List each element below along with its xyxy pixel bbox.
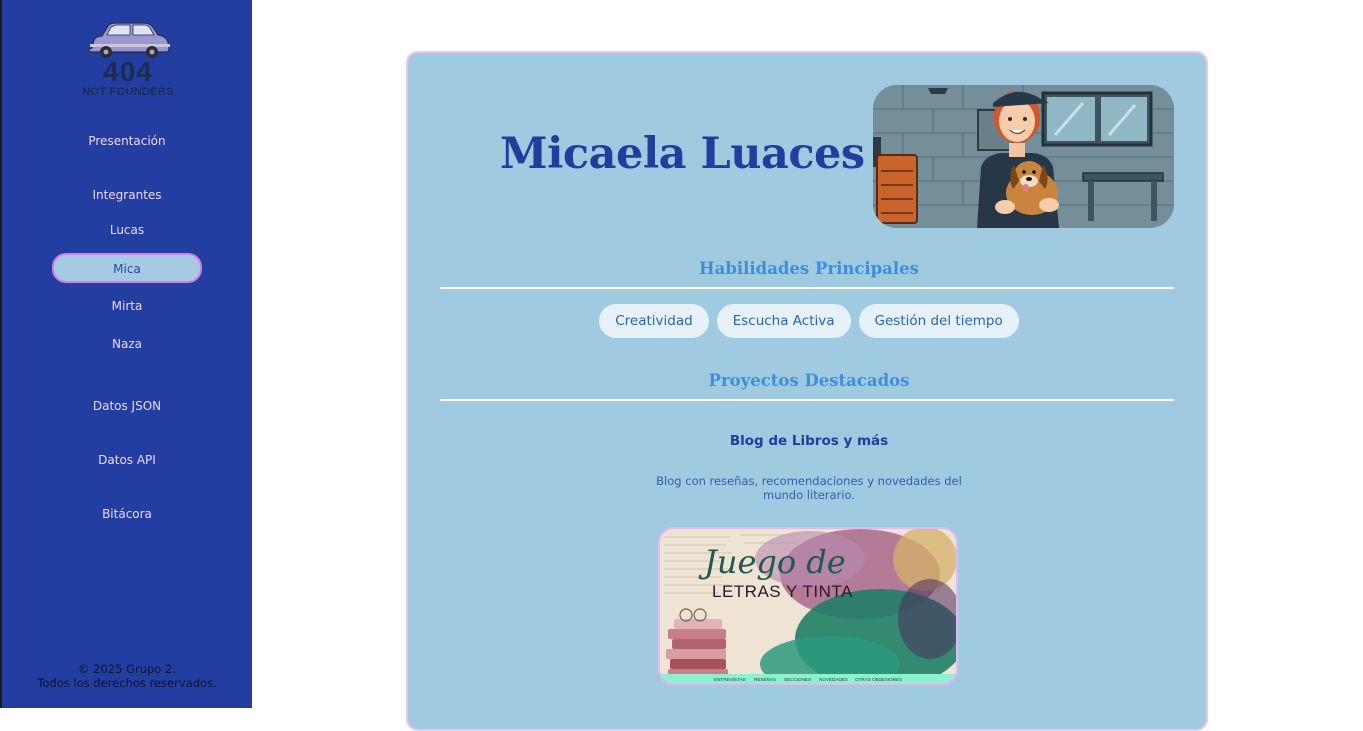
image-menu-secciones: SECCIONES xyxy=(784,677,811,682)
image-menu-resenas: RESEÑAS xyxy=(754,676,776,682)
footer-rights: Todos los derechos reservados. xyxy=(37,676,217,690)
nav-datos-api[interactable]: Datos API xyxy=(2,452,252,468)
project-description: Blog con reseñas, recomendaciones y nove… xyxy=(656,474,962,502)
nav-member-naza[interactable]: Naza xyxy=(2,336,252,352)
profile-illustration xyxy=(873,85,1174,228)
skill-chip-escucha-activa: Escucha Activa xyxy=(716,304,851,338)
projects-title: Proyectos Destacados xyxy=(708,371,910,390)
book-stack-icon xyxy=(666,608,728,679)
skills-divider xyxy=(440,287,1174,289)
nav-integrantes[interactable]: Integrantes xyxy=(2,187,252,203)
nav-member-mirta[interactable]: Mirta xyxy=(2,298,252,314)
profile-card: Micaela Luaces Habilidades Principales C… xyxy=(406,51,1208,731)
image-title-script: Juego de xyxy=(698,543,846,581)
logo-number: 404 xyxy=(103,56,153,87)
skill-chip-gestion-del-tiempo: Gestión del tiempo xyxy=(858,304,1019,338)
image-title-caps: LETRAS Y TINTA xyxy=(712,582,853,601)
skills-title: Habilidades Principales xyxy=(699,259,919,278)
footer: © 2025 Grupo 2. Todos los derechos reser… xyxy=(2,662,252,690)
image-menu-novedades: NOVEDADES xyxy=(819,677,848,682)
skills-list: Creatividad Escucha Activa Gestión del t… xyxy=(408,304,1210,338)
image-menu-otras: OTRAS OBSESIONES xyxy=(855,677,902,682)
nav-member-lucas[interactable]: Lucas xyxy=(2,222,252,238)
footer-copyright: © 2025 Grupo 2. xyxy=(78,662,176,676)
nav-datos-json[interactable]: Datos JSON xyxy=(2,398,252,414)
nav-presentacion[interactable]: Presentación xyxy=(2,133,252,149)
projects-divider xyxy=(440,399,1174,401)
nav-bitacora[interactable]: Bitácora xyxy=(2,506,252,522)
logo-subtitle: NOT FOUNDERS xyxy=(82,86,174,98)
image-menu-entrevistas: ENTREVISTAS xyxy=(714,677,746,682)
nav-member-mica[interactable]: Mica xyxy=(52,253,202,283)
profile-name: Micaela Luaces xyxy=(500,129,865,179)
skill-chip-creatividad: Creatividad xyxy=(599,304,709,338)
project-image[interactable]: Juego de LETRAS Y TINTA ENTREVISTAS RESE… xyxy=(658,527,958,685)
project-title: Blog de Libros y más xyxy=(729,433,889,449)
sidebar: 404 NOT FOUNDERS Presentación Integrante… xyxy=(2,0,252,708)
logo[interactable]: 404 NOT FOUNDERS xyxy=(82,18,174,100)
